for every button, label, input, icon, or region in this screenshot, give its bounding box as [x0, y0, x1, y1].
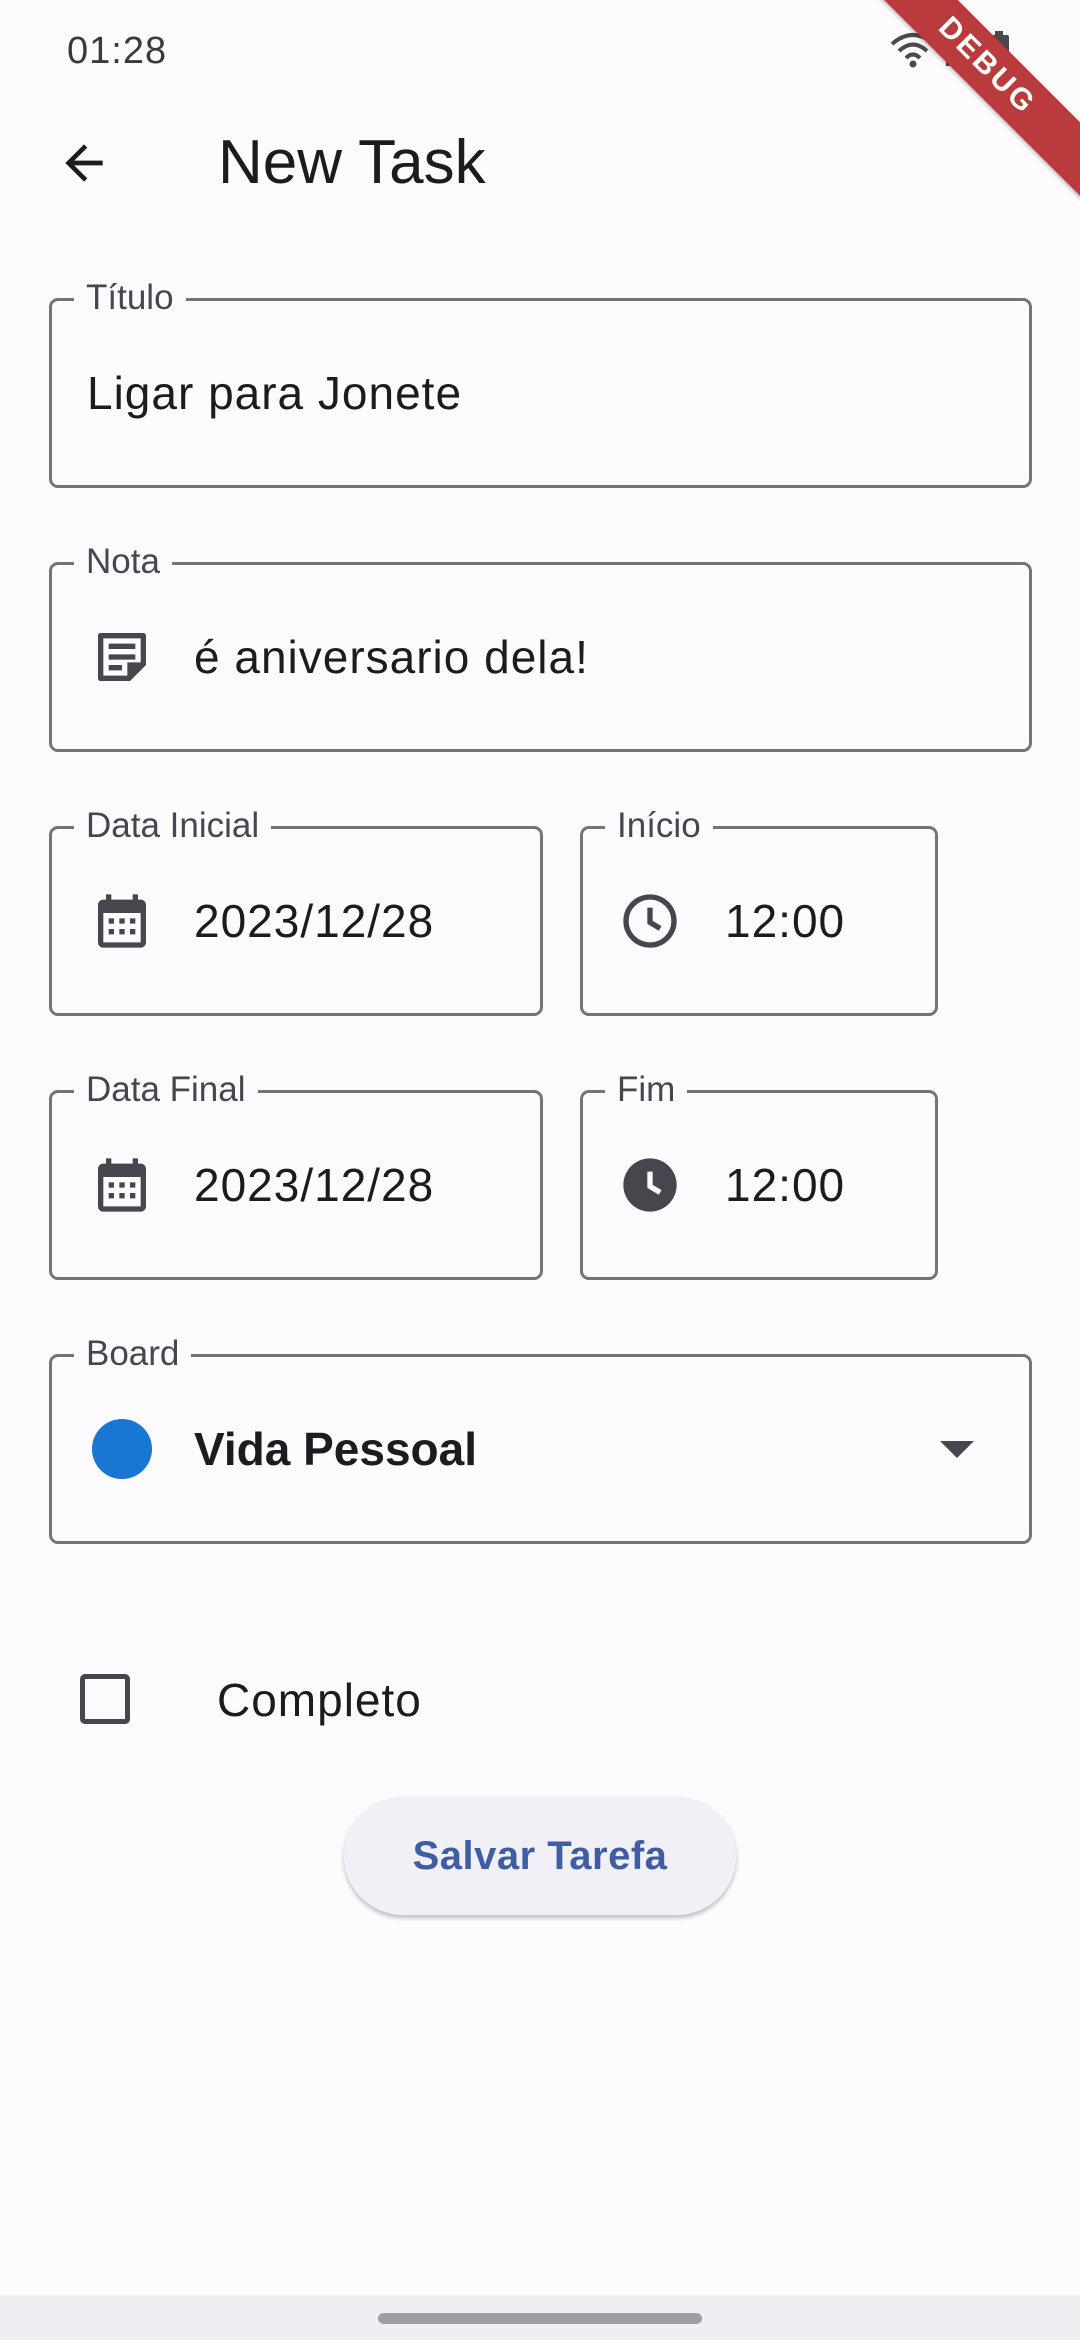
dropdown-arrow-icon[interactable]	[940, 1441, 974, 1458]
title-field[interactable]: Título Ligar para Jonete	[49, 276, 1032, 488]
end-time-label: Fim	[605, 1068, 688, 1112]
note-input[interactable]: é aniversario dela!	[194, 565, 589, 749]
end-time-value[interactable]: 12:00	[725, 1093, 845, 1277]
status-time: 01:28	[67, 30, 168, 72]
app-bar: New Task	[0, 105, 1080, 225]
end-date-field[interactable]: Data Final 2023/12/28	[49, 1068, 543, 1280]
note-field[interactable]: Nota é aniversario dela!	[49, 540, 1032, 752]
board-dropdown[interactable]: Board Vida Pessoal	[49, 1332, 1032, 1544]
note-icon	[90, 625, 154, 689]
complete-label: Completo	[217, 1674, 422, 1726]
page-title: New Task	[218, 128, 486, 197]
end-time-field[interactable]: Fim 12:00	[580, 1068, 938, 1280]
note-field-label: Nota	[74, 540, 172, 584]
start-time-label: Início	[605, 804, 713, 848]
start-date-value[interactable]: 2023/12/28	[194, 829, 434, 1013]
board-value: Vida Pessoal	[194, 1423, 477, 1475]
start-time-value[interactable]: 12:00	[725, 829, 845, 1013]
start-date-field[interactable]: Data Inicial 2023/12/28	[49, 804, 543, 1016]
save-task-button[interactable]: Salvar Tarefa	[344, 1797, 736, 1915]
calendar-icon	[90, 1153, 154, 1217]
board-color-dot	[90, 1417, 154, 1481]
clock-filled-icon	[618, 1153, 682, 1217]
complete-checkbox[interactable]	[80, 1674, 130, 1724]
arrow-back-icon	[56, 135, 112, 196]
start-time-field[interactable]: Início 12:00	[580, 804, 938, 1016]
clock-outline-icon	[618, 889, 682, 953]
end-date-value[interactable]: 2023/12/28	[194, 1093, 434, 1277]
status-bar: 01:28 DEBUG	[0, 0, 1080, 202]
home-gesture-handle[interactable]	[378, 2313, 702, 2324]
title-input[interactable]: Ligar para Jonete	[87, 301, 462, 485]
calendar-icon	[90, 889, 154, 953]
board-label: Board	[74, 1332, 192, 1376]
back-button[interactable]	[44, 125, 124, 205]
complete-checkbox-row[interactable]: Completo	[80, 1670, 580, 1734]
